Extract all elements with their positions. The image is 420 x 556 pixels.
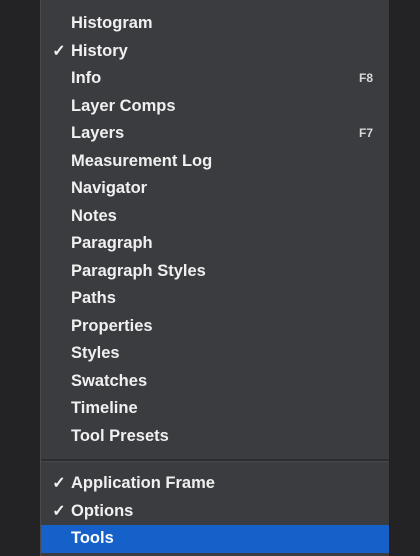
menu-item-options[interactable]: ✓ Options xyxy=(41,498,389,526)
menu-item-paths[interactable]: Paths xyxy=(41,285,389,313)
menu-item-label: Info xyxy=(71,69,102,87)
panels-menu-group: Histogram ✓ History Info F8 Layer Comps … xyxy=(41,0,389,450)
menu-item-histogram[interactable]: Histogram xyxy=(41,10,389,38)
menu-item-label: Notes xyxy=(71,206,117,225)
menu-item-application-frame[interactable]: ✓ Application Frame xyxy=(41,470,389,498)
menu-item-label: Timeline xyxy=(71,399,138,417)
menu-item-label: Paragraph xyxy=(71,234,153,252)
menu-item-label: Measurement Log xyxy=(71,151,213,170)
menu-item-info[interactable]: Info F8 xyxy=(41,65,389,93)
menu-item-notes[interactable]: Notes xyxy=(41,203,389,231)
workspace-menu-group: ✓ Application Frame ✓ Options Tools xyxy=(41,470,389,553)
menu-item-label: Properties xyxy=(71,316,153,335)
window-menu-dropdown: Histogram ✓ History Info F8 Layer Comps … xyxy=(40,0,390,556)
checkmark-icon: ✓ xyxy=(52,475,66,492)
menu-item-tools[interactable]: Tools xyxy=(41,525,389,553)
menu-item-label: Navigator xyxy=(71,179,148,197)
window-background-left xyxy=(0,0,40,556)
menu-item-paragraph[interactable]: Paragraph xyxy=(41,230,389,258)
menu-item-label: Histogram xyxy=(71,14,153,32)
menu-item-label: Application Frame xyxy=(71,474,215,492)
menu-item-label: Paths xyxy=(71,289,116,307)
menu-item-history[interactable]: ✓ History xyxy=(41,38,389,66)
menu-item-layers[interactable]: Layers F7 xyxy=(41,120,389,148)
menu-item-navigator[interactable]: Navigator xyxy=(41,175,389,203)
menu-item-timeline[interactable]: Timeline xyxy=(41,395,389,423)
menu-item-label: Tool Presets xyxy=(71,426,169,445)
menu-item-label: History xyxy=(71,41,128,60)
menu-item-tool-presets[interactable]: Tool Presets xyxy=(41,423,389,451)
menu-item-swatches[interactable]: Swatches xyxy=(41,368,389,396)
menu-item-paragraph-styles[interactable]: Paragraph Styles xyxy=(41,258,389,286)
shortcut-label: F8 xyxy=(358,71,373,85)
checkmark-icon: ✓ xyxy=(52,502,66,520)
window-background-right xyxy=(390,0,420,556)
menu-item-label: Tools xyxy=(71,529,114,547)
menu-item-label: Layer Comps xyxy=(71,96,176,115)
shortcut-label: F7 xyxy=(358,126,373,140)
menu-item-styles[interactable]: Styles xyxy=(41,340,389,368)
menu-item-label: Styles xyxy=(71,344,120,362)
menu-item-label: Options xyxy=(71,501,134,520)
checkmark-icon: ✓ xyxy=(52,42,66,60)
menu-item-label: Paragraph Styles xyxy=(71,261,206,280)
menu-item-measurement-log[interactable]: Measurement Log xyxy=(41,148,389,176)
menu-item-properties[interactable]: Properties xyxy=(41,313,389,341)
menu-item-label: Swatches xyxy=(71,371,148,390)
menu-item-layer-comps[interactable]: Layer Comps xyxy=(41,93,389,121)
menu-separator xyxy=(41,459,389,462)
menu-item-label: Layers xyxy=(71,124,125,142)
